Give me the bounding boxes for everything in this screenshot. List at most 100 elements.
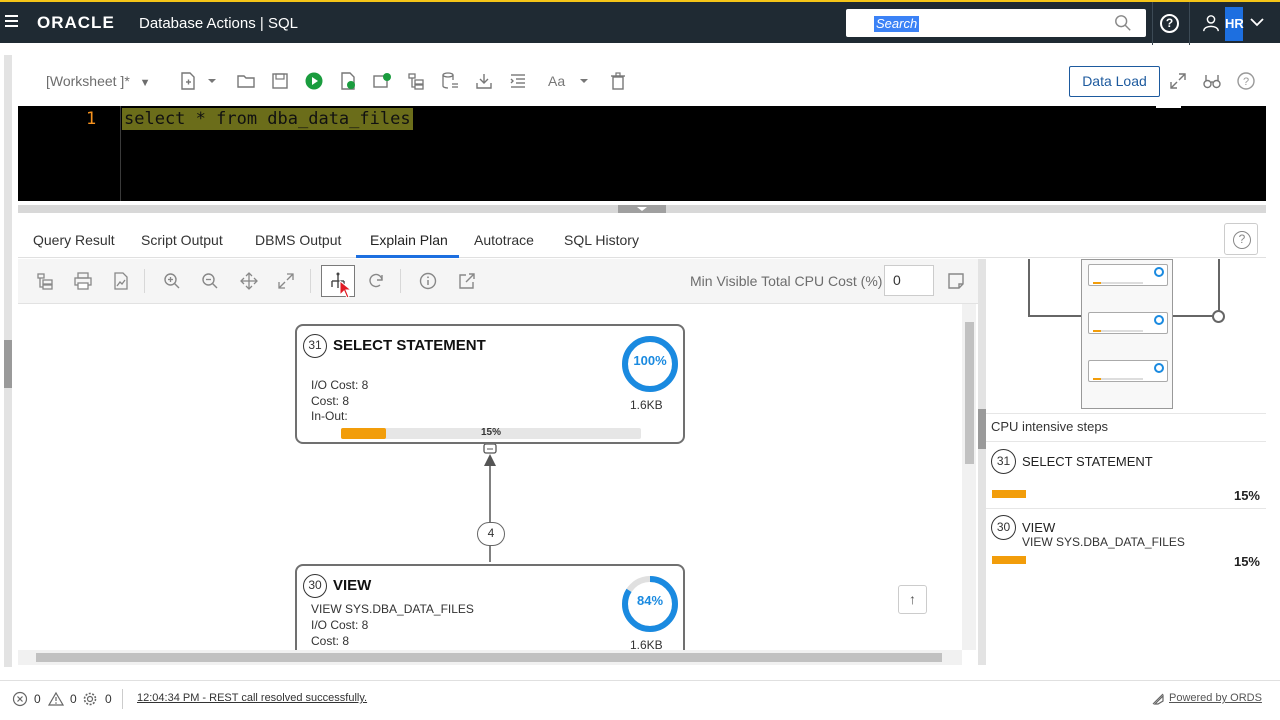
trash-icon[interactable]: [608, 71, 628, 91]
notes-icon[interactable]: [946, 271, 966, 291]
node-subtitle: VIEW SYS.DBA_DATA_FILES: [311, 602, 474, 616]
status-message[interactable]: 12:04:34 PM - REST call resolved success…: [137, 692, 367, 704]
minimap-node: [1088, 360, 1168, 382]
toolbar-divider: [144, 269, 145, 293]
expand-icon[interactable]: [1168, 71, 1188, 91]
panel-divider: [986, 441, 1266, 442]
tab-query-result[interactable]: Query Result: [33, 232, 115, 248]
binoculars-icon[interactable]: [1202, 71, 1222, 91]
user-icon[interactable]: [1202, 14, 1220, 32]
status-bar: 0 0 0 12:04:34 PM - REST call resolved s…: [0, 680, 1280, 720]
save-icon[interactable]: [270, 71, 290, 91]
cpu-bar-fill: [341, 428, 386, 439]
plan-minimap[interactable]: [1081, 259, 1173, 409]
panel-title: CPU intensive steps: [991, 419, 1109, 434]
node-id: 31: [303, 334, 327, 358]
pan-icon[interactable]: [239, 271, 259, 291]
step-title: VIEW: [1022, 520, 1056, 535]
new-worksheet-icon[interactable]: [178, 71, 198, 91]
open-external-icon[interactable]: [457, 271, 477, 291]
step-subtitle: VIEW SYS.DBA_DATA_FILES: [1022, 535, 1185, 549]
fit-to-screen-icon[interactable]: [276, 271, 296, 291]
editor-code-line[interactable]: select * from dba_data_files: [122, 108, 413, 130]
search-box[interactable]: Search: [846, 9, 1146, 37]
error-icon[interactable]: [12, 691, 28, 707]
node-size: 1.6KB: [630, 398, 663, 412]
help-icon[interactable]: ?: [1160, 14, 1179, 33]
min-cost-label: Min Visible Total CPU Cost (%): [690, 273, 883, 289]
zoom-out-icon[interactable]: [200, 271, 220, 291]
panel-divider: [986, 413, 1266, 414]
header-divider: [1152, 2, 1153, 45]
chevron-down-icon[interactable]: [202, 71, 216, 91]
step-id: 31: [991, 449, 1016, 474]
svg-text:?: ?: [1243, 76, 1249, 88]
format-icon[interactable]: [508, 71, 528, 91]
step-cpu-bar: [992, 490, 1026, 498]
sql-tuning-icon[interactable]: [440, 71, 460, 91]
diagram-horizontal-scrollbar[interactable]: [18, 650, 962, 665]
tab-explain-plan[interactable]: Explain Plan: [370, 232, 448, 248]
help-icon[interactable]: ?: [1236, 71, 1256, 91]
chevron-down-icon[interactable]: [574, 71, 588, 91]
error-count: 0: [34, 692, 41, 706]
hamburger-menu-icon[interactable]: [5, 10, 21, 32]
tab-autotrace[interactable]: Autotrace: [474, 232, 534, 248]
worksheet-selector-label: [Worksheet ]*: [46, 73, 130, 89]
panel-divider: [986, 508, 1266, 509]
refresh-icon[interactable]: [366, 271, 386, 291]
explain-plan-icon[interactable]: [406, 71, 426, 91]
tab-dbms-output[interactable]: DBMS Output: [255, 232, 341, 248]
minimap-resize-handle[interactable]: [1212, 310, 1225, 323]
donut-percent: 100%: [633, 353, 667, 368]
autotrace-icon[interactable]: [372, 71, 392, 91]
plan-node[interactable]: 30 VIEW VIEW SYS.DBA_DATA_FILES I/O Cost…: [295, 564, 685, 650]
user-initials[interactable]: HR: [1225, 7, 1244, 41]
node-title: VIEW: [333, 577, 372, 594]
chevron-down-icon[interactable]: [1249, 16, 1265, 28]
app-title: Database Actions | SQL: [139, 15, 298, 32]
warning-icon[interactable]: [48, 691, 64, 707]
layout-toggle-button[interactable]: [321, 265, 355, 299]
tab-sql-history[interactable]: SQL History: [564, 232, 639, 248]
run-script-icon[interactable]: [338, 71, 358, 91]
explain-plan-diagram[interactable]: 31 SELECT STATEMENT I/O Cost: 8 Cost: 8 …: [18, 304, 962, 650]
toolbar-divider: [400, 269, 401, 293]
tab-script-output[interactable]: Script Output: [141, 232, 223, 248]
step-id: 30: [991, 515, 1016, 540]
editor-splitter[interactable]: [18, 205, 1266, 213]
gear-icon[interactable]: [82, 691, 98, 707]
minimap-node: [1088, 264, 1168, 286]
search-icon[interactable]: [1114, 14, 1132, 32]
powered-by-link[interactable]: Powered by ORDS: [1169, 692, 1262, 704]
zoom-in-icon[interactable]: [162, 271, 182, 291]
toolbar-divider: [310, 269, 311, 293]
splitter-handle[interactable]: [618, 205, 666, 213]
run-statement-icon[interactable]: [304, 71, 324, 91]
plan-node[interactable]: 31 SELECT STATEMENT I/O Cost: 8 Cost: 8 …: [295, 324, 685, 444]
side-panel-splitter[interactable]: [978, 259, 986, 665]
ords-icon: [1152, 693, 1164, 705]
sql-editor[interactable]: 1 select * from dba_data_files: [18, 106, 1266, 201]
download-icon[interactable]: [474, 71, 494, 91]
help-button[interactable]: ?: [1224, 223, 1258, 255]
warning-count: 0: [70, 692, 77, 706]
info-icon[interactable]: [418, 271, 438, 291]
open-folder-icon[interactable]: [236, 71, 256, 91]
search-input[interactable]: Search: [874, 16, 920, 32]
data-load-button[interactable]: Data Load: [1069, 66, 1160, 97]
cpu-bar: 15%: [341, 427, 641, 439]
diagram-vertical-scrollbar[interactable]: [962, 304, 976, 650]
explain-plan-toolbar: Min Visible Total CPU Cost (%) 0: [18, 259, 978, 304]
tree-view-icon[interactable]: [35, 271, 55, 291]
min-cost-input[interactable]: 0: [884, 265, 934, 296]
left-collapse-strip[interactable]: [4, 55, 12, 667]
scroll-to-top-button[interactable]: ↑: [898, 585, 927, 614]
header-divider: [1189, 2, 1190, 45]
node-io-cost: I/O Cost: 8: [311, 378, 369, 392]
print-icon[interactable]: [73, 271, 93, 291]
step-percent: 15%: [1233, 554, 1260, 569]
worksheet-selector[interactable]: [Worksheet ]* ▼: [46, 73, 151, 89]
node-in-out: In-Out:: [311, 409, 348, 423]
save-image-icon[interactable]: [111, 271, 131, 291]
